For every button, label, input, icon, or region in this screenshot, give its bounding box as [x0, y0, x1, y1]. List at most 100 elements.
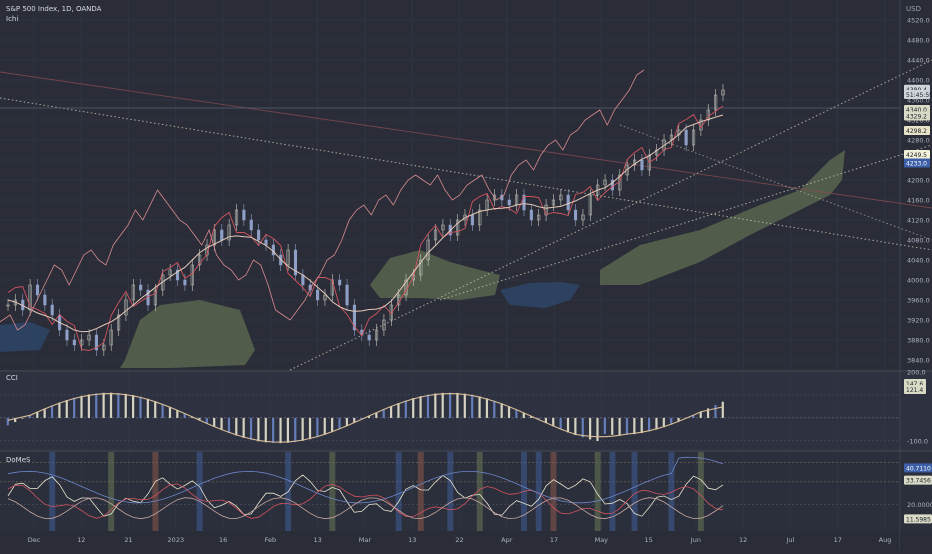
bottom-pane — [0, 452, 932, 531]
bottom-pane-legend[interactable]: DoMeS — [6, 456, 30, 465]
oscillator-bar — [581, 417, 584, 438]
oscillator-legend[interactable]: CCI — [6, 374, 18, 383]
candle-body — [72, 339, 76, 346]
price-label: 4249.5 — [906, 152, 927, 159]
oscillator-bar — [117, 393, 120, 418]
value-label: 11.5985 — [906, 516, 931, 523]
oscillator-bar — [566, 417, 570, 433]
symbol-legend[interactable]: S&P 500 Index, 1D, OANDA — [6, 5, 101, 14]
y-tick-label: 4480.0 — [907, 37, 930, 45]
oscillator-bar — [242, 417, 245, 438]
oscillator-bar — [426, 394, 430, 418]
y-tick-label: -100.0 — [907, 437, 928, 445]
oscillator-bar — [640, 417, 643, 434]
oscillator-bar — [647, 417, 651, 432]
candle-body — [566, 194, 570, 211]
oscillator-bar — [21, 417, 24, 419]
oscillator-bar — [478, 396, 481, 418]
y-tick-label: 4280.0 — [907, 137, 930, 145]
candle-body — [470, 214, 474, 226]
oscillator-bar — [507, 406, 511, 418]
oscillator-bar — [338, 417, 341, 430]
oscillator-bar — [434, 393, 437, 418]
candle-body — [264, 239, 268, 246]
signal-band — [550, 452, 557, 531]
candle-body — [65, 329, 69, 341]
signal-band — [447, 452, 454, 531]
oscillator-bar — [301, 417, 304, 441]
price-label: 4329.2 — [906, 114, 927, 121]
oscillator-bar — [463, 393, 466, 418]
indicator-legend[interactable]: Ichi — [6, 15, 18, 24]
signal-band — [329, 452, 336, 531]
oscillator-bar — [574, 417, 577, 436]
oscillator-bar — [257, 417, 260, 442]
oscillator-bar — [331, 417, 334, 433]
oscillator-bar — [515, 409, 518, 418]
oscillator-bar — [146, 398, 149, 418]
y-tick-label: 4160.0 — [907, 197, 930, 205]
y-tick-label: 4200.0 — [907, 177, 930, 185]
oscillator-bar — [603, 417, 606, 435]
oscillator-bar — [124, 393, 127, 418]
oscillator-bar — [596, 417, 599, 441]
oscillator-bar — [721, 401, 724, 418]
oscillator-bar — [249, 417, 253, 440]
oscillator-bar — [655, 417, 658, 430]
value-label: 33.7456 — [906, 478, 931, 485]
oscillator-bar — [308, 417, 312, 440]
oscillator-bar — [389, 406, 393, 418]
oscillator-bar — [485, 398, 489, 418]
candle-body — [574, 209, 578, 221]
y-tick-label: 3920.0 — [907, 317, 930, 325]
value-label: 121.4 — [906, 387, 923, 394]
price-label: 51:45:59 — [906, 92, 932, 99]
oscillator-bar — [323, 417, 326, 435]
oscillator-bar — [500, 403, 503, 418]
oscillator-bar — [611, 417, 614, 435]
oscillator-bar — [471, 394, 474, 418]
y-tick-label: 3840.0 — [907, 357, 930, 365]
oscillator-bar — [714, 405, 717, 418]
candle-body — [345, 284, 349, 306]
candle-body — [301, 274, 305, 286]
oscillator-bar — [80, 395, 83, 418]
candle-body — [50, 304, 54, 316]
signal-band — [152, 452, 159, 531]
oscillator-bar — [448, 392, 452, 418]
candle-body — [242, 209, 246, 221]
candle-body — [316, 289, 320, 301]
value-label: 40.7110 — [906, 465, 931, 472]
chart-canvas[interactable]: Dec 12 21 2023 16 Feb 13 Mar 13 22 Apr 17 May 15 Jun 12… — [0, 0, 932, 550]
signal-band — [108, 452, 115, 531]
currency-label: USD — [906, 5, 921, 13]
signal-band — [196, 452, 203, 531]
price-label: 4233.0 — [906, 161, 927, 168]
oscillator-bar — [404, 400, 407, 418]
oscillator-bar — [213, 417, 216, 427]
oscillator-bar — [559, 417, 562, 430]
oscillator-bar — [441, 392, 444, 418]
oscillator-bar — [272, 417, 275, 443]
oscillator-bar — [154, 401, 157, 418]
candle-body — [367, 334, 371, 341]
y-tick-label: 4400.0 — [907, 77, 930, 85]
oscillator-bar — [132, 395, 135, 418]
y-tick-label: 200.0 — [907, 369, 926, 377]
candle-body — [507, 199, 511, 206]
candle-body — [249, 219, 253, 231]
candle-body — [257, 229, 261, 241]
price-pane — [0, 0, 932, 370]
candle-body — [529, 209, 533, 221]
oscillator-bar — [227, 417, 231, 433]
candle-body — [220, 229, 224, 241]
oscillator-bar — [139, 396, 142, 418]
oscillator-bar — [161, 403, 164, 418]
signal-band — [417, 452, 424, 531]
oscillator-bar — [412, 398, 415, 418]
candle-body — [271, 244, 275, 256]
y-tick-label: 20.0000 — [907, 501, 932, 509]
oscillator-bar — [294, 417, 297, 443]
oscillator-bar — [168, 406, 172, 418]
axis-corner — [900, 531, 932, 550]
